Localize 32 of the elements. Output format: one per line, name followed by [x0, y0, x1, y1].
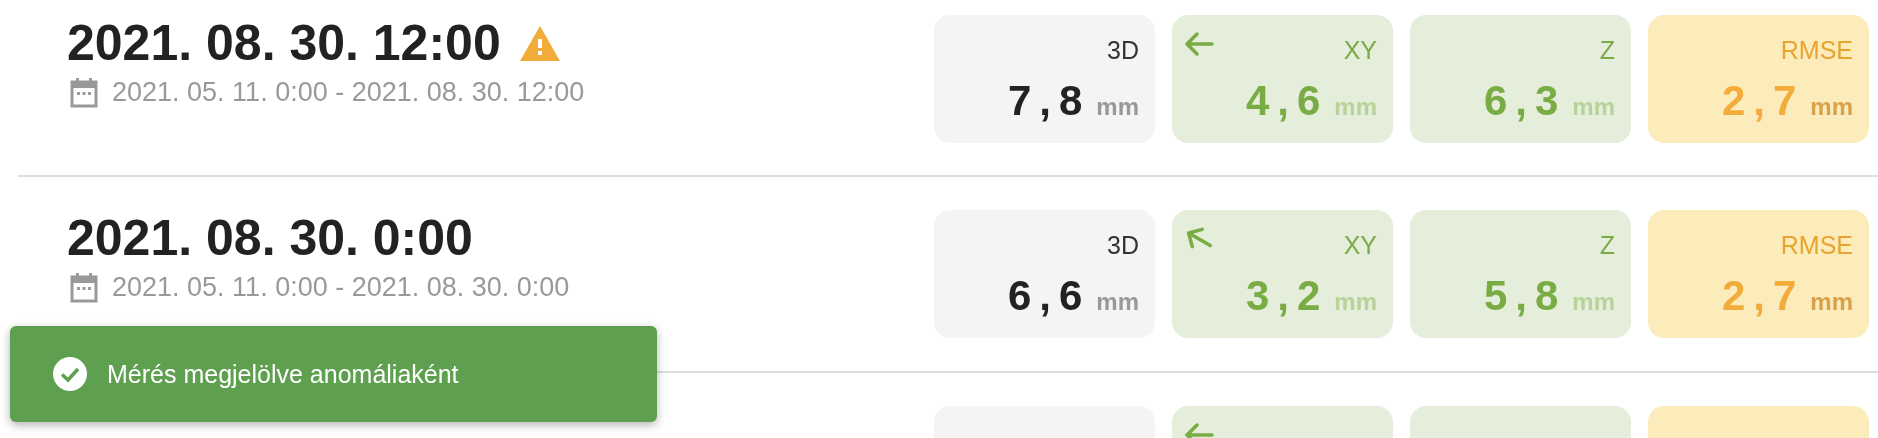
unit-label: mm [1572, 93, 1615, 121]
measurement-time: 2021. 08. 30. 12:00 [67, 15, 501, 71]
check-icon [53, 357, 87, 391]
card-label: Z [1599, 230, 1615, 260]
measurement-value: 7,8 [1007, 77, 1091, 125]
measurement-value: 2,7 [1721, 272, 1805, 320]
unit-label: mm [1096, 93, 1139, 121]
measurement-value: 2,7 [1721, 77, 1805, 125]
card-label: XY [1343, 35, 1377, 65]
measurement-value: 6,6 [1007, 272, 1091, 320]
card-label: RMSE [1780, 230, 1853, 260]
measurement-value: 4,6 [1245, 77, 1329, 125]
date-range: 2021. 05. 11. 0:00 - 2021. 08. 30. 12:00 [112, 77, 585, 108]
calendar-icon [70, 272, 98, 303]
card-label: Z [1599, 35, 1615, 65]
unit-label: mm [1810, 288, 1853, 316]
unit-label: mm [1810, 93, 1853, 121]
measurement-time: 2021. 08. 30. 0:00 [67, 210, 473, 266]
card-label: 3D [1107, 35, 1139, 65]
measurement-value: 6,3 [1483, 77, 1567, 125]
card-label: 3D [1107, 230, 1139, 260]
unit-label: mm [1334, 93, 1377, 121]
unit-label: mm [1096, 288, 1139, 316]
measurement-value: 3,2 [1245, 272, 1329, 320]
card-label: XY [1343, 230, 1377, 260]
calendar-icon [70, 77, 98, 108]
measurement-value: 5,8 [1483, 272, 1567, 320]
card-label: RMSE [1780, 35, 1853, 65]
date-range: 2021. 05. 11. 0:00 - 2021. 08. 30. 0:00 [112, 272, 570, 303]
unit-label: mm [1572, 288, 1615, 316]
unit-label: mm [1334, 288, 1377, 316]
toast-message: Mérés megjelölve anomáliaként [107, 359, 459, 389]
